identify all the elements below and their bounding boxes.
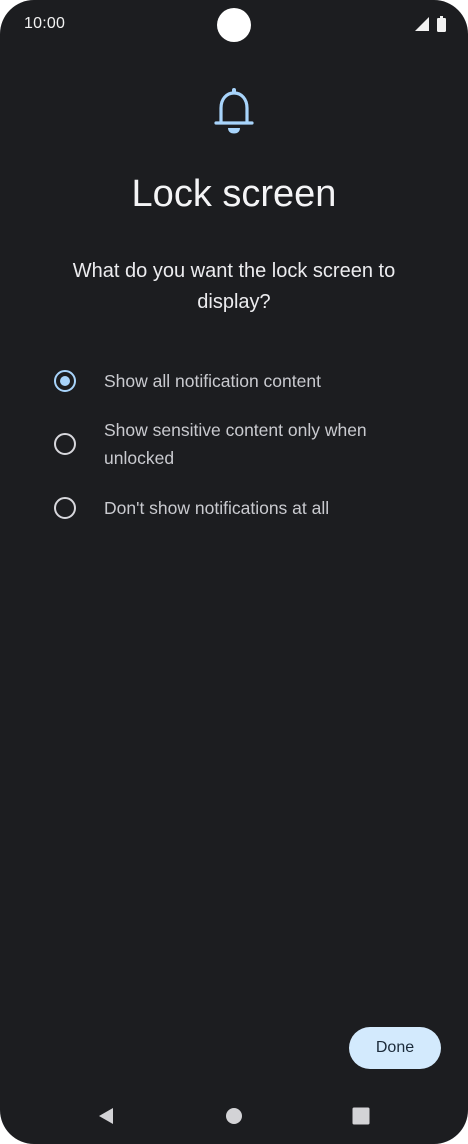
signal-icon (415, 17, 429, 31)
radio-button[interactable] (54, 497, 76, 519)
status-icons (415, 16, 446, 32)
radio-button-selected[interactable] (54, 370, 76, 392)
status-time: 10:00 (24, 15, 66, 32)
camera-cutout (217, 8, 251, 42)
back-icon[interactable] (96, 1106, 116, 1126)
page-title: Lock screen (131, 173, 337, 215)
navigation-bar (0, 1094, 468, 1138)
option-label: Show all notification content (104, 371, 321, 391)
phone-screen: 10:00 Lock screen What do you want the l… (0, 0, 468, 1144)
done-button[interactable]: Done (349, 1027, 441, 1069)
recents-icon[interactable] (351, 1106, 371, 1126)
home-icon[interactable] (224, 1106, 244, 1126)
battery-icon (437, 16, 446, 32)
radio-button[interactable] (54, 433, 76, 455)
option-label: Don't show notifications at all (104, 498, 330, 518)
bell-icon (212, 86, 256, 136)
option-label: Show sensitive content only when unlocke… (104, 420, 367, 468)
page-question: What do you want the lock screen to disp… (72, 260, 396, 313)
status-bar: 10:00 (0, 0, 468, 50)
